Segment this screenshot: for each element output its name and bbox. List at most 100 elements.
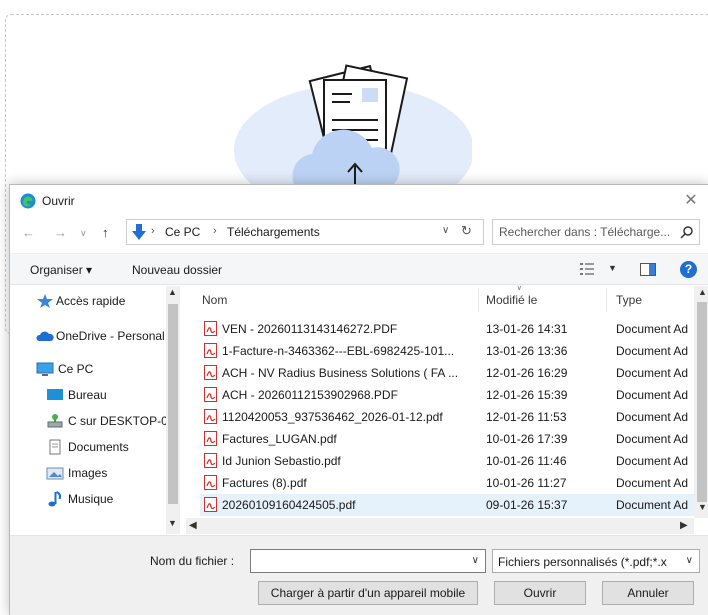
breadcrumb-separator: › <box>151 225 155 237</box>
file-row[interactable]: 1120420053_937536462_2026-01-12.pdf 12-0… <box>200 406 700 428</box>
scroll-down-icon[interactable]: ▼ <box>698 502 707 512</box>
file-type: Document Ad <box>616 410 689 424</box>
dialog-title: Ouvrir <box>42 194 75 208</box>
breadcrumb-downloads[interactable]: Téléchargements <box>227 225 320 239</box>
cancel-button[interactable]: Annuler <box>602 581 694 605</box>
column-header-name[interactable]: Nom <box>202 293 227 307</box>
address-bar-row: ← → ∨ ↑ › Ce PC › Téléchargements ∨ ↻ <box>10 217 708 249</box>
pdf-file-icon <box>204 387 217 402</box>
pdf-file-icon <box>204 497 217 512</box>
cloud-icon <box>36 331 54 341</box>
column-header-modified[interactable]: Modifié le <box>486 293 537 307</box>
pdf-file-icon <box>204 475 217 490</box>
file-date: 10-01-26 17:39 <box>486 432 568 446</box>
music-icon <box>48 491 62 507</box>
pdf-file-icon <box>204 343 217 358</box>
column-header-type[interactable]: Type <box>616 293 642 307</box>
file-row[interactable]: Factures_LUGAN.pdf 10-01-26 17:39 Docume… <box>200 428 700 450</box>
dialog-titlebar[interactable]: Ouvrir ✕ <box>10 185 708 217</box>
file-name: ACH - NV Radius Business Solutions ( FA … <box>222 366 459 380</box>
nav-pane-scrollbar[interactable]: ▲ ▼ <box>166 286 180 534</box>
search-box <box>492 219 700 245</box>
file-date: 13-01-26 14:31 <box>486 322 568 336</box>
file-row[interactable]: ACH - NV Radius Business Solutions ( FA … <box>200 362 700 384</box>
file-name: 1120420053_937536462_2026-01-12.pdf <box>222 410 443 424</box>
navigation-pane: Accès rapide OneDrive - Personal Ce PC B… <box>10 286 180 534</box>
search-input[interactable] <box>499 223 675 241</box>
pdf-file-icon <box>204 365 217 380</box>
forward-arrow-icon[interactable]: → <box>54 225 67 240</box>
nav-item-documents[interactable]: Documents <box>10 436 168 458</box>
images-icon <box>46 467 64 480</box>
view-options-icon[interactable] <box>580 263 594 275</box>
dialog-footer: Nom du fichier : ∨ Fichiers personnalisé… <box>10 535 708 615</box>
edge-icon <box>20 193 36 209</box>
file-row[interactable]: 1-Facture-n-3463362---EBL-6982425-101...… <box>200 340 700 362</box>
filename-dropdown-chevron-icon[interactable]: ∨ <box>472 555 479 566</box>
scrollbar-thumb[interactable] <box>168 304 178 504</box>
file-type-filter-select[interactable]: Fichiers personnalisés (*.pdf;*.x ∨ <box>492 549 700 573</box>
file-row-selected[interactable]: 20260109160424505.pdf 09-01-26 15:37 Doc… <box>200 494 700 516</box>
address-box[interactable]: › Ce PC › Téléchargements ∨ ↻ <box>126 219 484 245</box>
file-type: Document Ad <box>616 366 689 380</box>
desktop-icon <box>47 389 63 400</box>
upload-from-mobile-button[interactable]: Charger à partir d'un appareil mobile <box>258 581 478 605</box>
file-date: 09-01-26 15:37 <box>486 498 568 512</box>
filter-dropdown-chevron-icon[interactable]: ∨ <box>686 555 693 566</box>
scroll-up-icon[interactable]: ▲ <box>168 287 177 297</box>
nav-item-network-drive[interactable]: C sur DESKTOP-0 <box>10 410 168 432</box>
file-name: 1-Facture-n-3463362---EBL-6982425-101... <box>222 344 455 358</box>
scroll-down-icon[interactable]: ▼ <box>168 518 177 528</box>
star-icon <box>37 294 53 308</box>
documents-icon <box>49 439 61 455</box>
pdf-file-icon <box>204 431 217 446</box>
column-divider[interactable] <box>606 288 607 312</box>
nav-item-music[interactable]: Musique <box>10 488 168 510</box>
preview-pane-icon[interactable] <box>640 263 656 276</box>
file-row[interactable]: Id Junion Sebastio.pdf 10-01-26 11:46 Do… <box>200 450 700 472</box>
file-row[interactable]: ACH - 20260112153902968.PDF 12-01-26 15:… <box>200 384 700 406</box>
nav-item-images[interactable]: Images <box>10 462 168 484</box>
nav-item-desktop[interactable]: Bureau <box>10 384 168 406</box>
nav-item-quick-access[interactable]: Accès rapide <box>10 290 168 312</box>
nav-item-onedrive[interactable]: OneDrive - Personal <box>10 325 168 347</box>
file-type-filter-value: Fichiers personnalisés (*.pdf;*.x <box>498 555 667 569</box>
filename-combobox[interactable]: ∨ <box>250 549 486 573</box>
column-divider[interactable] <box>478 288 479 312</box>
search-icon[interactable] <box>680 225 694 239</box>
close-button[interactable]: ✕ <box>678 189 704 213</box>
pdf-file-icon <box>204 453 217 468</box>
back-arrow-icon[interactable]: ← <box>22 225 35 240</box>
file-row[interactable]: VEN - 20260113143146272.PDF 13-01-26 14:… <box>200 318 700 340</box>
view-dropdown-caret-icon[interactable]: ▼ <box>608 263 617 273</box>
file-date: 12-01-26 11:53 <box>486 410 567 424</box>
upload-documents-illustration <box>234 64 472 188</box>
file-name: 20260109160424505.pdf <box>222 498 356 512</box>
file-type: Document Ad <box>616 432 689 446</box>
organize-button[interactable]: Organiser ▾ <box>30 263 92 277</box>
nav-item-this-pc[interactable]: Ce PC <box>10 358 168 380</box>
scrollbar-thumb[interactable] <box>697 302 707 502</box>
scroll-up-icon[interactable]: ▲ <box>698 287 707 297</box>
filename-input[interactable] <box>255 553 455 569</box>
breadcrumb-separator: › <box>213 225 217 237</box>
address-dropdown-chevron-icon[interactable]: ∨ <box>442 225 449 236</box>
recent-locations-chevron-icon[interactable]: ∨ <box>80 228 87 239</box>
new-folder-button[interactable]: Nouveau dossier <box>132 263 222 277</box>
scroll-right-icon[interactable]: ▶ <box>680 520 688 531</box>
open-button[interactable]: Ouvrir <box>494 581 586 605</box>
file-row[interactable]: Factures (8).pdf 10-01-26 11:27 Document… <box>200 472 700 494</box>
file-list: Nom ∨ Modifié le Type VEN - 202601131431… <box>186 286 708 534</box>
file-list-vertical-scrollbar[interactable]: ▲ ▼ <box>694 286 708 518</box>
network-drive-icon <box>47 414 63 428</box>
file-date: 13-01-26 13:36 <box>486 344 568 358</box>
file-type: Document Ad <box>616 476 689 490</box>
file-list-horizontal-scrollbar[interactable]: ◀ ▶ <box>186 518 694 534</box>
help-icon[interactable]: ? <box>680 261 697 278</box>
up-arrow-icon[interactable]: ↑ <box>102 225 109 240</box>
file-name: Factures_LUGAN.pdf <box>222 432 337 446</box>
file-name: Id Junion Sebastio.pdf <box>222 454 341 468</box>
breadcrumb-this-pc[interactable]: Ce PC <box>165 225 200 239</box>
refresh-icon[interactable]: ↻ <box>461 223 472 239</box>
scroll-left-icon[interactable]: ◀ <box>189 520 197 531</box>
